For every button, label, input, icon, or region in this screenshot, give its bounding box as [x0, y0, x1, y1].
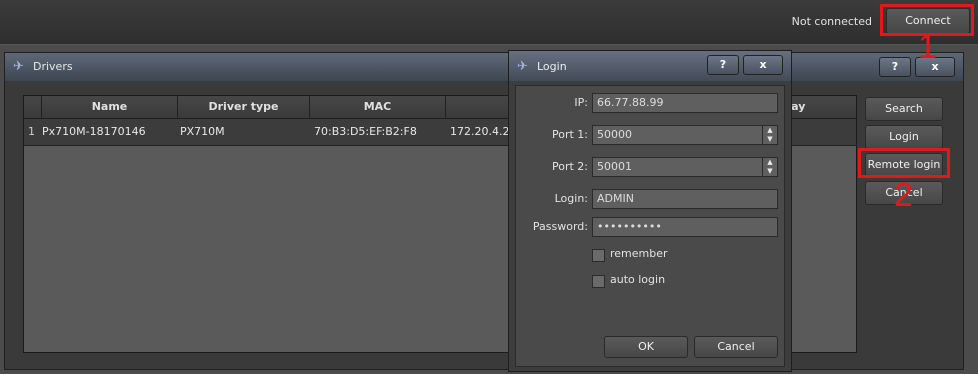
chevron-up-icon[interactable]: ▲	[767, 126, 772, 134]
column-header-driver-type[interactable]: Driver type	[178, 96, 310, 118]
app-logo-icon: ✈	[517, 59, 528, 74]
drivers-window: ✈ Drivers ? x Name Driver type MAC vay 1…	[4, 52, 964, 370]
chevron-down-icon[interactable]: ▼	[767, 167, 772, 175]
login-title-bar[interactable]: ✈ Login ? x	[509, 51, 791, 81]
header-rownum	[24, 96, 42, 118]
ip-field[interactable]: 66.77.88.99	[592, 93, 778, 113]
auto-login-label[interactable]: auto login	[610, 273, 665, 286]
connection-status: Not connected	[791, 15, 872, 28]
chevron-up-icon[interactable]: ▲	[767, 158, 772, 166]
column-header-gateway[interactable]: vay	[784, 96, 858, 118]
remember-checkbox[interactable]	[592, 249, 605, 262]
login-help-button[interactable]: ?	[707, 55, 739, 75]
annotation-number-2: 2	[894, 176, 913, 214]
port1-spinner[interactable]: ▲ ▼	[762, 126, 777, 144]
drivers-help-button[interactable]: ?	[879, 57, 911, 77]
dialog-cancel-button[interactable]: Cancel	[694, 336, 778, 358]
ip-label: IP:	[574, 96, 588, 109]
cell-mac: 70:B3:D5:EF:B2:F8	[314, 125, 417, 138]
remember-label[interactable]: remember	[610, 247, 668, 260]
drivers-window-title: Drivers	[33, 60, 73, 73]
cell-driver-type: PX710M	[180, 125, 225, 138]
login-button[interactable]: Login	[865, 125, 943, 149]
search-button[interactable]: Search	[865, 97, 943, 121]
port2-field[interactable]: 50001 ▲ ▼	[592, 157, 778, 177]
login-close-button[interactable]: x	[743, 55, 783, 75]
auto-login-checkbox[interactable]	[592, 275, 605, 288]
port2-spinner[interactable]: ▲ ▼	[762, 158, 777, 176]
login-field[interactable]: ADMIN	[592, 189, 778, 209]
login-dialog: ✈ Login ? x IP: 66.77.88.99 Port 1: 5000…	[508, 50, 792, 372]
annotation-number-1: 1	[918, 28, 937, 66]
top-bar: Not connected Connect	[0, 0, 978, 45]
cell-ip: 172.20.4.25	[450, 125, 517, 138]
ok-button[interactable]: OK	[604, 336, 688, 358]
login-dialog-title: Login	[537, 60, 567, 73]
row-index: 1	[28, 125, 35, 138]
port2-label: Port 2:	[551, 160, 588, 173]
cell-name: Px710M-18170146	[42, 125, 146, 138]
drivers-title-bar[interactable]: ✈ Drivers ? x	[5, 53, 963, 81]
password-label: Password:	[532, 220, 588, 233]
column-header-mac[interactable]: MAC	[310, 96, 446, 118]
column-header-name[interactable]: Name	[42, 96, 178, 118]
app-logo-icon: ✈	[13, 59, 24, 74]
chevron-down-icon[interactable]: ▼	[767, 135, 772, 143]
login-label: Login:	[554, 192, 588, 205]
port1-value: 50000	[597, 128, 632, 141]
password-field[interactable]: ••••••••••	[592, 217, 778, 237]
port1-field[interactable]: 50000 ▲ ▼	[592, 125, 778, 145]
port1-label: Port 1:	[551, 128, 588, 141]
port2-value: 50001	[597, 160, 632, 173]
login-form: IP: 66.77.88.99 Port 1: 50000 ▲ ▼ Port 2:…	[515, 85, 785, 367]
annotation-box-remote-login	[858, 148, 950, 178]
column-header-ip[interactable]	[446, 96, 512, 118]
